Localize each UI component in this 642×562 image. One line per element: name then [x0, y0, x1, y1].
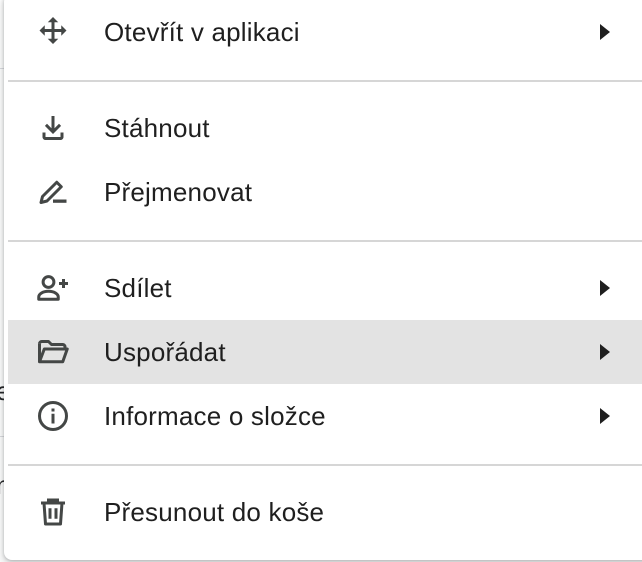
menu-item-move-to-trash[interactable]: Přesunout do koše [8, 480, 642, 544]
submenu-arrow-icon [600, 24, 610, 40]
menu-divider [8, 240, 642, 242]
trash-icon [34, 493, 72, 531]
menu-item-label: Sdílet [104, 272, 172, 303]
menu-item-organize[interactable]: Uspořádat [8, 320, 642, 384]
submenu-arrow-icon [600, 344, 610, 360]
person-add-icon [34, 269, 72, 307]
menu-item-label: Stáhnout [104, 112, 210, 143]
submenu-arrow-icon [600, 280, 610, 296]
submenu-arrow-icon [600, 408, 610, 424]
move-arrows-icon [34, 13, 72, 51]
menu-item-open-in-app[interactable]: Otevřít v aplikaci [8, 0, 642, 64]
menu-item-label: Otevřít v aplikaci [104, 16, 300, 47]
menu-item-rename[interactable]: Přejmenovat [8, 160, 642, 224]
menu-item-folder-info[interactable]: Informace o složce [8, 384, 642, 448]
menu-item-share[interactable]: Sdílet [8, 256, 642, 320]
pencil-icon [34, 173, 72, 211]
info-icon [34, 397, 72, 435]
menu-item-download[interactable]: Stáhnout [8, 96, 642, 160]
folder-open-icon [34, 333, 72, 371]
menu-item-label: Uspořádat [104, 336, 226, 367]
menu-divider [8, 80, 642, 82]
context-menu: Otevřít v aplikaci Stáhnout Přejmenovat … [4, 0, 642, 560]
menu-divider [8, 464, 642, 466]
menu-item-label: Přejmenovat [104, 176, 253, 207]
download-icon [34, 109, 72, 147]
menu-item-label: Informace o složce [104, 400, 326, 431]
menu-item-label: Přesunout do koše [104, 496, 325, 527]
